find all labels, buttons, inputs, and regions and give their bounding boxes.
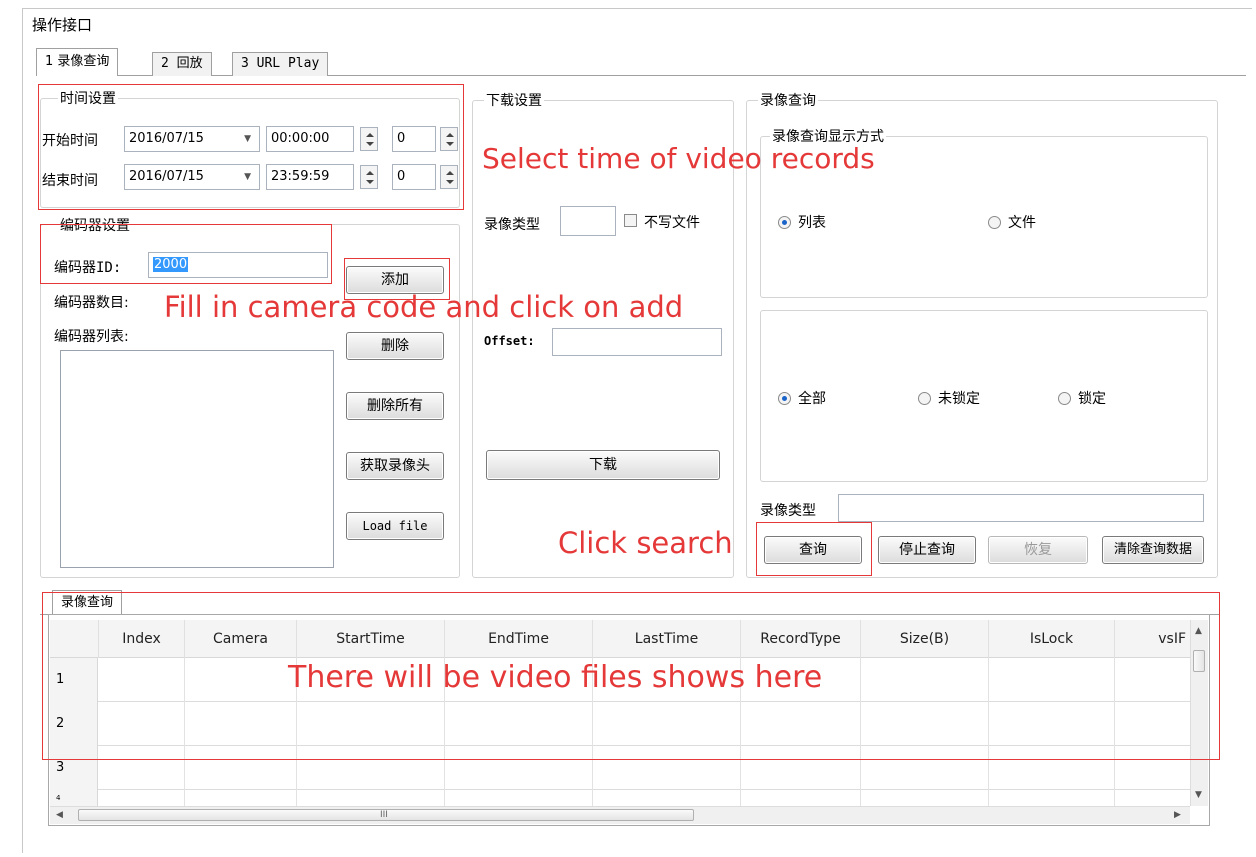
radio-icon[interactable] [988, 216, 1001, 229]
grip-icon: III [380, 810, 388, 820]
download-record-type-input[interactable] [560, 206, 616, 236]
tab-playback[interactable]: 2 回放 [152, 52, 212, 76]
row-header[interactable]: 4 [50, 790, 98, 806]
tab-url-play[interactable]: 3 URL Play [232, 52, 329, 76]
annotation-click-search: Click search [558, 526, 733, 560]
scroll-arrow-icon[interactable]: ▼ [1195, 790, 1202, 800]
radio-icon[interactable] [918, 392, 931, 405]
record-query-title: 录像查询 [758, 90, 818, 110]
offset-label: Offset: [484, 334, 535, 348]
mode-list-label: 列表 [798, 215, 826, 231]
get-cameras-button[interactable]: 获取录像头 [346, 452, 444, 480]
no-write-file-label: 不写文件 [644, 215, 700, 231]
delete-encoder-button[interactable]: 删除 [346, 332, 444, 360]
lock-locked-label: 锁定 [1078, 391, 1106, 407]
radio-icon[interactable] [1058, 392, 1071, 405]
offset-input[interactable] [552, 328, 722, 356]
radio-icon[interactable] [778, 216, 791, 229]
radio-icon[interactable] [778, 392, 791, 405]
load-file-button[interactable]: Load file [346, 512, 444, 540]
annotation-box-encoder-id [40, 224, 332, 284]
download-button[interactable]: 下载 [486, 450, 720, 480]
encoder-list-label: 编码器列表: [54, 329, 129, 345]
table-row[interactable]: 4 [50, 790, 1190, 806]
annotation-box-time [38, 84, 464, 210]
annotation-fill-camera: Fill in camera code and click on add [164, 290, 684, 324]
query-record-type-input[interactable] [838, 494, 1204, 522]
clear-query-data-button[interactable]: 清除查询数据 [1102, 536, 1204, 564]
lock-unlocked-label: 未锁定 [938, 391, 980, 407]
download-record-type-label: 录像类型 [484, 217, 540, 233]
stop-query-button[interactable]: 停止查询 [878, 536, 976, 564]
mode-file-label: 文件 [1008, 215, 1036, 231]
scroll-arrow-icon[interactable]: ◀ [56, 810, 63, 820]
delete-all-encoders-button[interactable]: 删除所有 [346, 392, 444, 420]
checkbox-icon[interactable] [624, 214, 637, 227]
download-settings-title: 下载设置 [484, 90, 544, 110]
encoder-count-label: 编码器数目: [54, 295, 129, 311]
tab-record-query[interactable]: 1 录像查询 [36, 48, 119, 76]
query-record-type-label: 录像类型 [760, 503, 816, 519]
encoder-list[interactable] [60, 350, 334, 568]
scroll-arrow-icon[interactable]: ▶ [1174, 810, 1181, 820]
operation-interface-title: 操作接口 [30, 14, 95, 35]
lock-filter-group [760, 310, 1208, 482]
annotation-select-time: Select time of video records [482, 142, 875, 175]
annotation-video-files: There will be video files shows here [288, 660, 823, 695]
tabstrip-baseline [36, 75, 1246, 76]
lock-all-label: 全部 [798, 391, 826, 407]
restore-button[interactable]: 恢复 [988, 536, 1088, 564]
annotation-box-search [756, 522, 872, 576]
